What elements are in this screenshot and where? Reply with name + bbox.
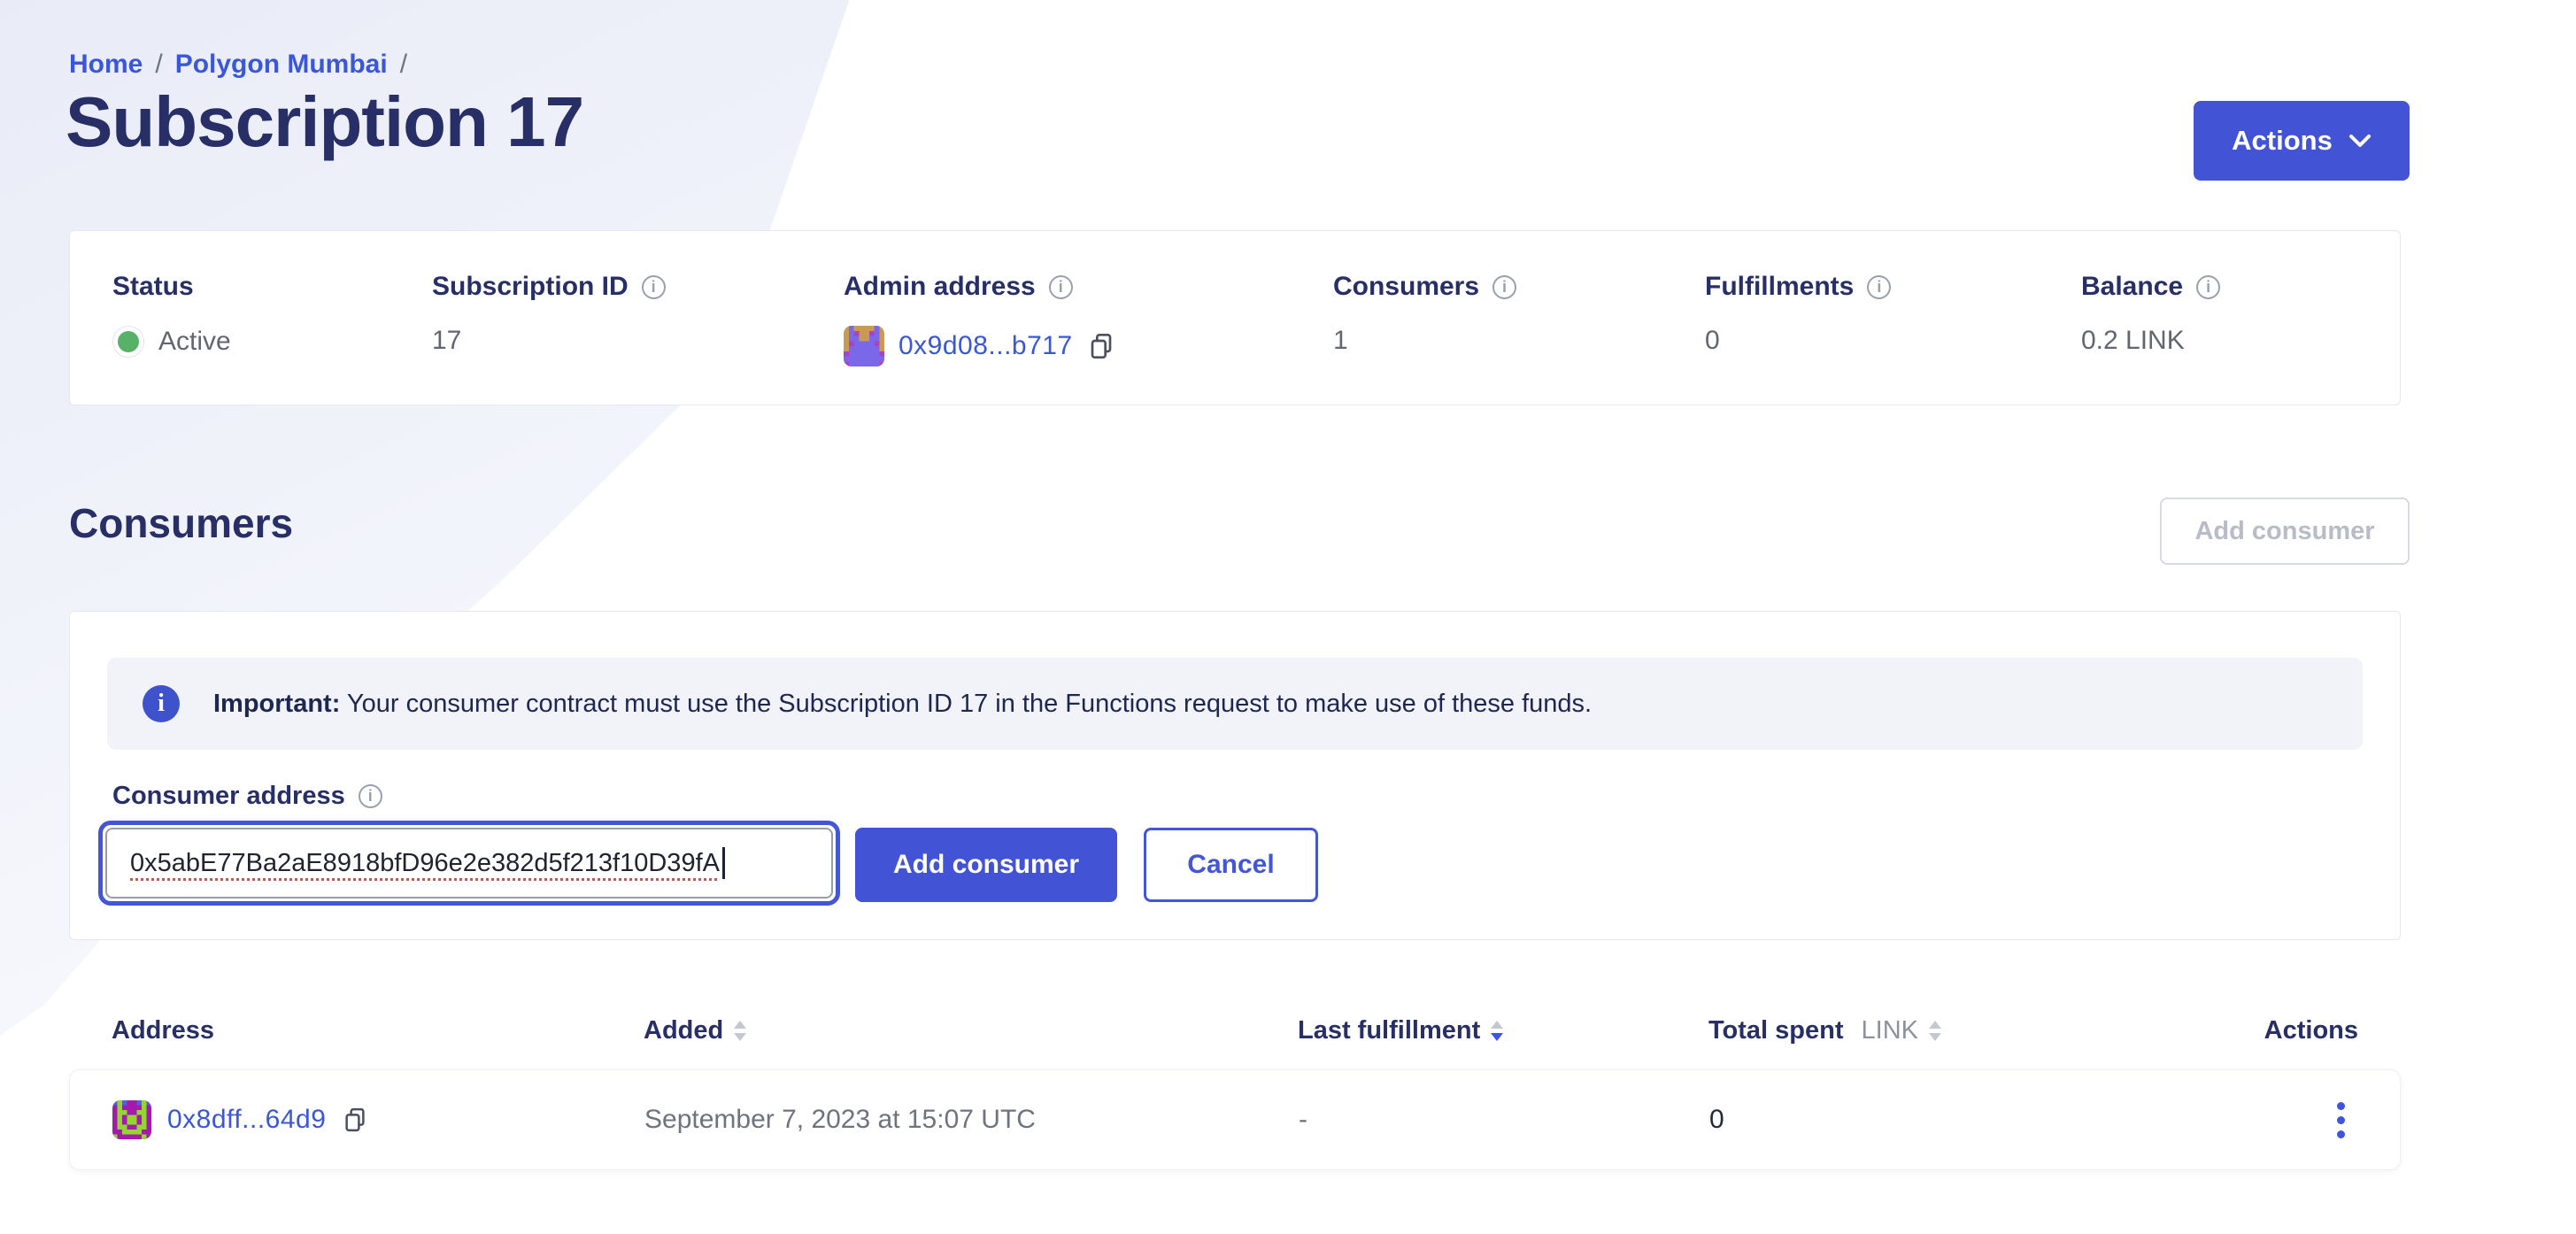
copy-icon[interactable]	[342, 1107, 368, 1133]
column-header-actions: Actions	[2264, 1016, 2358, 1045]
admin-address-label: Admin address	[844, 272, 1036, 302]
info-icon[interactable]: i	[1049, 275, 1073, 299]
info-glyph: i	[158, 690, 165, 718]
column-header-added[interactable]: Added	[644, 1016, 1298, 1045]
kebab-menu-icon[interactable]	[2325, 1097, 2357, 1144]
breadcrumb-separator: /	[400, 50, 407, 80]
sort-icon[interactable]	[734, 1021, 746, 1041]
summary-consumers: Consumers i 1	[1333, 272, 1705, 405]
consumer-table-row: 0x8dff...64d9 September 7, 2023 at 15:07…	[69, 1069, 2401, 1170]
actions-button-label: Actions	[2232, 125, 2333, 157]
consumer-actions-cell	[2325, 1097, 2357, 1144]
balance-value: 0.2 LINK	[2081, 326, 2185, 356]
actions-dropdown-button[interactable]: Actions	[2194, 101, 2410, 181]
status-label: Status	[112, 272, 194, 302]
status-dot-ring	[112, 326, 144, 358]
subscription-summary-card: Status Active Subscription ID i 17 Admin…	[69, 230, 2401, 405]
sort-icon-active-desc[interactable]	[1491, 1021, 1503, 1041]
consumer-address-label: Consumer address i	[112, 782, 382, 811]
consumer-address-cell: 0x8dff...64d9	[112, 1100, 644, 1139]
text-caret	[722, 847, 725, 879]
important-info-banner: i Important: Your consumer contract must…	[107, 658, 2363, 750]
info-circle-icon: i	[143, 685, 180, 722]
summary-admin-address: Admin address i	[844, 272, 1333, 405]
consumer-address-input-focus-ring: 0x5abE77Ba2aE8918bfD96e2e382d5f213f10D39…	[98, 821, 840, 906]
breadcrumb-separator: /	[155, 50, 162, 80]
copy-icon[interactable]	[1087, 332, 1115, 360]
info-glyph: i	[1502, 278, 1507, 297]
info-glyph: i	[1059, 278, 1063, 297]
consumer-address-input-value: 0x5abE77Ba2aE8918bfD96e2e382d5f213f10D39…	[130, 849, 720, 878]
info-icon[interactable]: i	[642, 275, 666, 299]
consumer-added-cell: September 7, 2023 at 15:07 UTC	[644, 1105, 1299, 1135]
column-header-last-fulfillment[interactable]: Last fulfillment	[1298, 1016, 1708, 1045]
consumer-address-input[interactable]: 0x5abE77Ba2aE8918bfD96e2e382d5f213f10D39…	[105, 828, 833, 899]
summary-status: Status Active	[112, 272, 432, 405]
banner-emphasis: Important:	[213, 690, 340, 718]
breadcrumb-home-link[interactable]: Home	[69, 50, 143, 80]
summary-subscription-id: Subscription ID i 17	[432, 272, 844, 405]
consumers-value: 1	[1333, 326, 1348, 356]
subscription-id-value: 17	[432, 326, 461, 356]
info-icon[interactable]: i	[1492, 275, 1516, 299]
banner-text: Important: Your consumer contract must u…	[213, 690, 1592, 719]
breadcrumb: Home / Polygon Mumbai /	[69, 50, 407, 80]
column-header-total-spent[interactable]: Total spent LINK	[1708, 1016, 2204, 1045]
add-consumer-button-disabled[interactable]: Add consumer	[2160, 497, 2410, 565]
subscription-page: Home / Polygon Mumbai / Subscription 17 …	[0, 0, 2576, 1234]
add-consumer-submit-button[interactable]: Add consumer	[855, 828, 1117, 902]
balance-label: Balance	[2081, 272, 2183, 302]
consumers-label: Consumers	[1333, 272, 1479, 302]
info-glyph: i	[1877, 278, 1881, 297]
consumer-address-link[interactable]: 0x8dff...64d9	[167, 1105, 326, 1135]
admin-address-link[interactable]: 0x9d08...b717	[899, 331, 1073, 361]
status-active-dot	[118, 331, 139, 352]
fulfillments-value: 0	[1705, 326, 1720, 356]
fulfillments-label: Fulfillments	[1705, 272, 1854, 302]
sort-icon[interactable]	[1929, 1021, 1941, 1041]
banner-message: Your consumer contract must use the Subs…	[347, 690, 1592, 718]
cancel-button[interactable]: Cancel	[1144, 828, 1318, 902]
admin-identicon-avatar	[844, 326, 884, 366]
consumer-identicon-avatar	[112, 1100, 151, 1139]
info-glyph: i	[652, 278, 656, 297]
page-title: Subscription 17	[66, 81, 583, 163]
add-consumer-form-card: i Important: Your consumer contract must…	[69, 611, 2401, 940]
summary-balance: Balance i 0.2 LINK	[2081, 272, 2400, 405]
info-icon[interactable]: i	[359, 784, 382, 808]
consumer-last-fulfillment-cell: -	[1299, 1105, 1709, 1135]
info-icon[interactable]: i	[1867, 275, 1891, 299]
chevron-down-icon	[2348, 134, 2372, 149]
consumers-heading: Consumers	[69, 499, 293, 547]
summary-fulfillments: Fulfillments i 0	[1705, 272, 2081, 405]
consumers-table-header: Address Added Last fulfillment Total spe…	[69, 1004, 2401, 1057]
column-header-address: Address	[112, 1016, 644, 1045]
info-glyph: i	[2206, 278, 2210, 297]
status-value: Active	[158, 327, 231, 357]
total-spent-unit: LINK	[1862, 1016, 1918, 1045]
consumer-total-spent-cell: 0	[1709, 1105, 2205, 1135]
breadcrumb-network-link[interactable]: Polygon Mumbai	[175, 50, 388, 80]
subscription-id-label: Subscription ID	[432, 272, 629, 302]
info-glyph: i	[368, 787, 373, 806]
info-icon[interactable]: i	[2196, 275, 2220, 299]
